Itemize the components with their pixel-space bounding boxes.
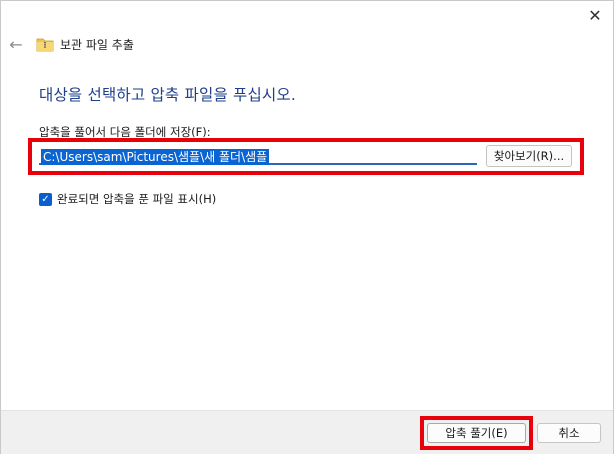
close-icon: ✕ (588, 6, 602, 25)
back-arrow-icon: ← (9, 35, 23, 54)
browse-button[interactable]: 찾아보기(R)... (486, 145, 572, 167)
window-title: 보관 파일 추출 (60, 38, 134, 52)
destination-path-input[interactable]: C:\Users\sam\Pictures\샘플\새 폴더\샘플 (39, 145, 477, 165)
back-button[interactable]: ← (6, 36, 26, 54)
zip-folder-icon (36, 38, 54, 52)
destination-path-text: C:\Users\sam\Pictures\샘플\새 폴더\샘플 (41, 149, 270, 165)
extract-button[interactable]: 압축 풀기(E) (427, 423, 526, 443)
page-heading: 대상을 선택하고 압축 파일을 푸십시오. (39, 86, 296, 104)
checkmark-icon: ✓ (41, 194, 50, 205)
destination-label: 압축을 풀어서 다음 폴더에 저장(F): (39, 125, 211, 139)
close-button[interactable]: ✕ (580, 4, 610, 28)
show-files-checkbox[interactable]: ✓ (39, 193, 52, 206)
show-files-label[interactable]: 완료되면 압축을 푼 파일 표시(H) (57, 191, 216, 208)
cancel-button[interactable]: 취소 (537, 423, 601, 443)
extract-dialog (0, 0, 614, 454)
